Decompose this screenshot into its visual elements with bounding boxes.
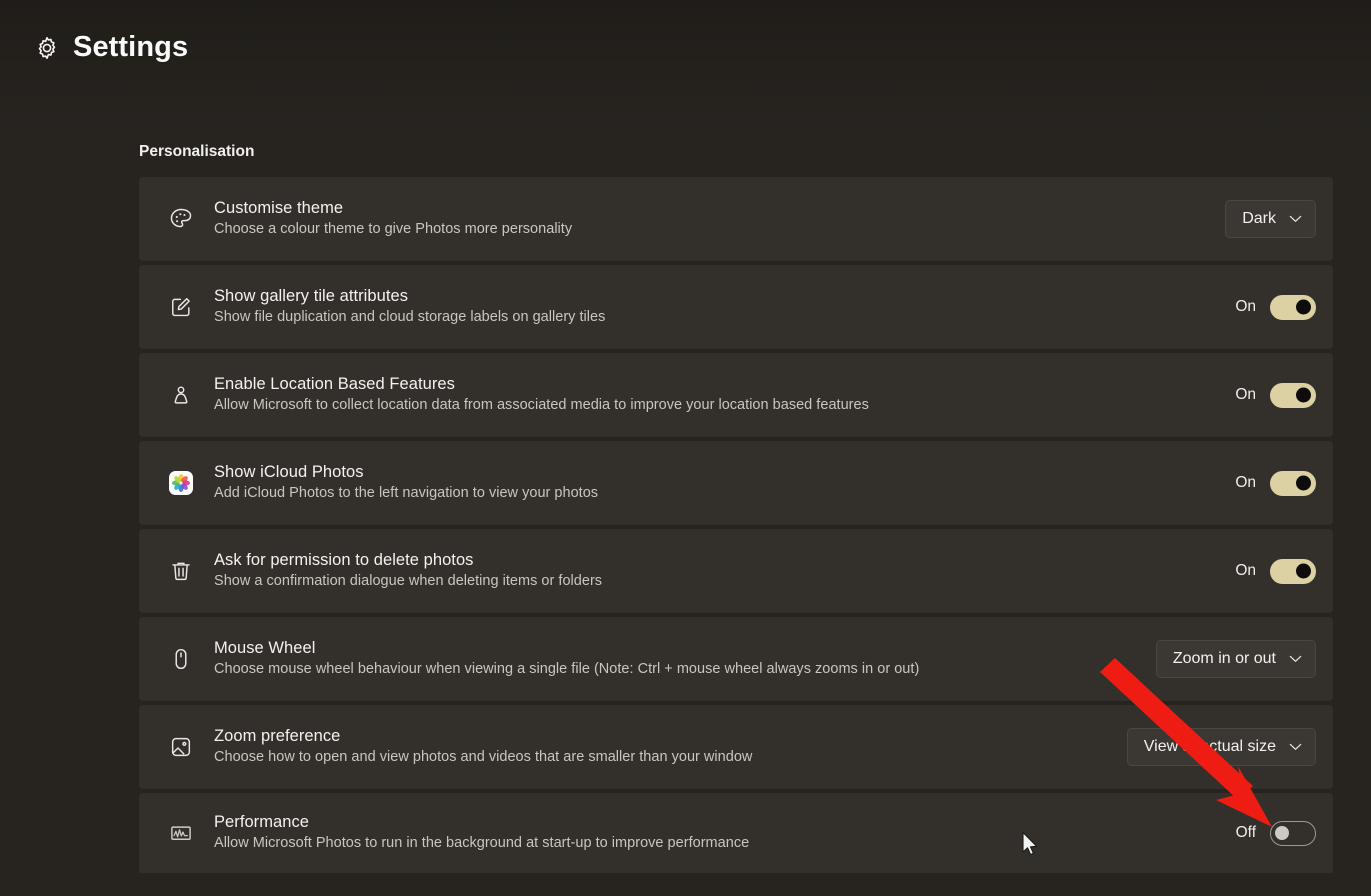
mouse-wheel-dropdown-value: Zoom in or out (1173, 650, 1276, 668)
location-based-features-toggle[interactable] (1270, 383, 1316, 408)
setting-title: Zoom preference (214, 726, 1127, 747)
mouse-wheel-dropdown[interactable]: Zoom in or out (1156, 640, 1316, 678)
setting-text: Enable Location Based Features Allow Mic… (203, 374, 1234, 416)
toggle-state-label: Off (1234, 824, 1256, 842)
setting-subtitle: Allow Microsoft to collect location data… (214, 396, 1234, 416)
setting-subtitle: Choose mouse wheel behaviour when viewin… (214, 660, 1156, 680)
setting-row-show-icloud-photos[interactable]: Show iCloud Photos Add iCloud Photos to … (139, 441, 1333, 525)
setting-title: Show iCloud Photos (214, 462, 1234, 483)
setting-subtitle: Add iCloud Photos to the left navigation… (214, 484, 1234, 504)
setting-row-mouse-wheel[interactable]: Mouse Wheel Choose mouse wheel behaviour… (139, 617, 1333, 701)
toggle-knob (1296, 476, 1311, 491)
setting-row-enable-location-based-features[interactable]: Enable Location Based Features Allow Mic… (139, 353, 1333, 437)
setting-subtitle: Show a confirmation dialogue when deleti… (214, 572, 1234, 592)
setting-text: Performance Allow Microsoft Photos to ru… (203, 812, 1234, 854)
setting-text: Show iCloud Photos Add iCloud Photos to … (203, 462, 1234, 504)
setting-text: Ask for permission to delete photos Show… (203, 550, 1234, 592)
mouse-icon (159, 646, 203, 672)
setting-control: On (1234, 559, 1316, 584)
setting-control: On (1234, 471, 1316, 496)
performance-monitor-icon (159, 820, 203, 846)
toggle-state-label: On (1234, 298, 1256, 316)
setting-control: View at actual size (1127, 728, 1316, 766)
section-heading: Personalisation (139, 143, 254, 161)
setting-text: Show gallery tile attributes Show file d… (203, 286, 1234, 328)
edit-square-icon (159, 294, 203, 320)
setting-control: On (1234, 383, 1316, 408)
ask-permission-delete-toggle[interactable] (1270, 559, 1316, 584)
location-person-icon (159, 382, 203, 408)
chevron-down-icon (1289, 215, 1302, 223)
setting-text: Zoom preference Choose how to open and v… (203, 726, 1127, 768)
trash-icon (159, 558, 203, 584)
setting-title: Enable Location Based Features (214, 374, 1234, 395)
toggle-knob (1296, 564, 1311, 579)
setting-row-ask-permission-delete[interactable]: Ask for permission to delete photos Show… (139, 529, 1333, 613)
setting-row-zoom-preference[interactable]: Zoom preference Choose how to open and v… (139, 705, 1333, 789)
palette-icon (159, 206, 203, 232)
gear-icon (34, 35, 60, 61)
theme-dropdown[interactable]: Dark (1225, 200, 1316, 238)
settings-list: Customise theme Choose a colour theme to… (139, 177, 1333, 873)
setting-title: Mouse Wheel (214, 638, 1156, 659)
page-title: Settings (73, 33, 188, 62)
toggle-state-label: On (1234, 474, 1256, 492)
toggle-knob (1296, 300, 1311, 315)
setting-text: Customise theme Choose a colour theme to… (203, 198, 1225, 240)
setting-title: Show gallery tile attributes (214, 286, 1234, 307)
setting-title: Customise theme (214, 198, 1225, 219)
toggle-knob (1296, 388, 1311, 403)
page-header: Settings (34, 33, 188, 62)
settings-page: Settings Personalisation Customise theme… (0, 0, 1371, 896)
setting-subtitle: Show file duplication and cloud storage … (214, 308, 1234, 328)
setting-title: Ask for permission to delete photos (214, 550, 1234, 571)
setting-row-performance[interactable]: Performance Allow Microsoft Photos to ru… (139, 793, 1333, 873)
gallery-tile-attributes-toggle[interactable] (1270, 295, 1316, 320)
theme-dropdown-value: Dark (1242, 210, 1276, 228)
icloud-photos-icon (159, 469, 203, 497)
setting-control: On (1234, 295, 1316, 320)
show-icloud-photos-toggle[interactable] (1270, 471, 1316, 496)
mouse-cursor (1021, 831, 1041, 859)
zoom-preference-dropdown[interactable]: View at actual size (1127, 728, 1316, 766)
toggle-state-label: On (1234, 562, 1256, 580)
chevron-down-icon (1289, 655, 1302, 663)
setting-control: Zoom in or out (1156, 640, 1316, 678)
setting-row-show-gallery-tile-attributes[interactable]: Show gallery tile attributes Show file d… (139, 265, 1333, 349)
setting-control: Dark (1225, 200, 1316, 238)
toggle-knob (1275, 826, 1289, 840)
setting-subtitle: Choose how to open and view photos and v… (214, 748, 1127, 768)
picture-icon (159, 734, 203, 760)
toggle-state-label: On (1234, 386, 1256, 404)
setting-text: Mouse Wheel Choose mouse wheel behaviour… (203, 638, 1156, 680)
setting-title: Performance (214, 812, 1234, 833)
chevron-down-icon (1289, 743, 1302, 751)
performance-toggle[interactable] (1270, 821, 1316, 846)
zoom-preference-dropdown-value: View at actual size (1144, 738, 1276, 756)
setting-subtitle: Choose a colour theme to give Photos mor… (214, 220, 1225, 240)
setting-control: Off (1234, 821, 1316, 846)
setting-row-customise-theme[interactable]: Customise theme Choose a colour theme to… (139, 177, 1333, 261)
setting-subtitle: Allow Microsoft Photos to run in the bac… (214, 834, 1234, 854)
